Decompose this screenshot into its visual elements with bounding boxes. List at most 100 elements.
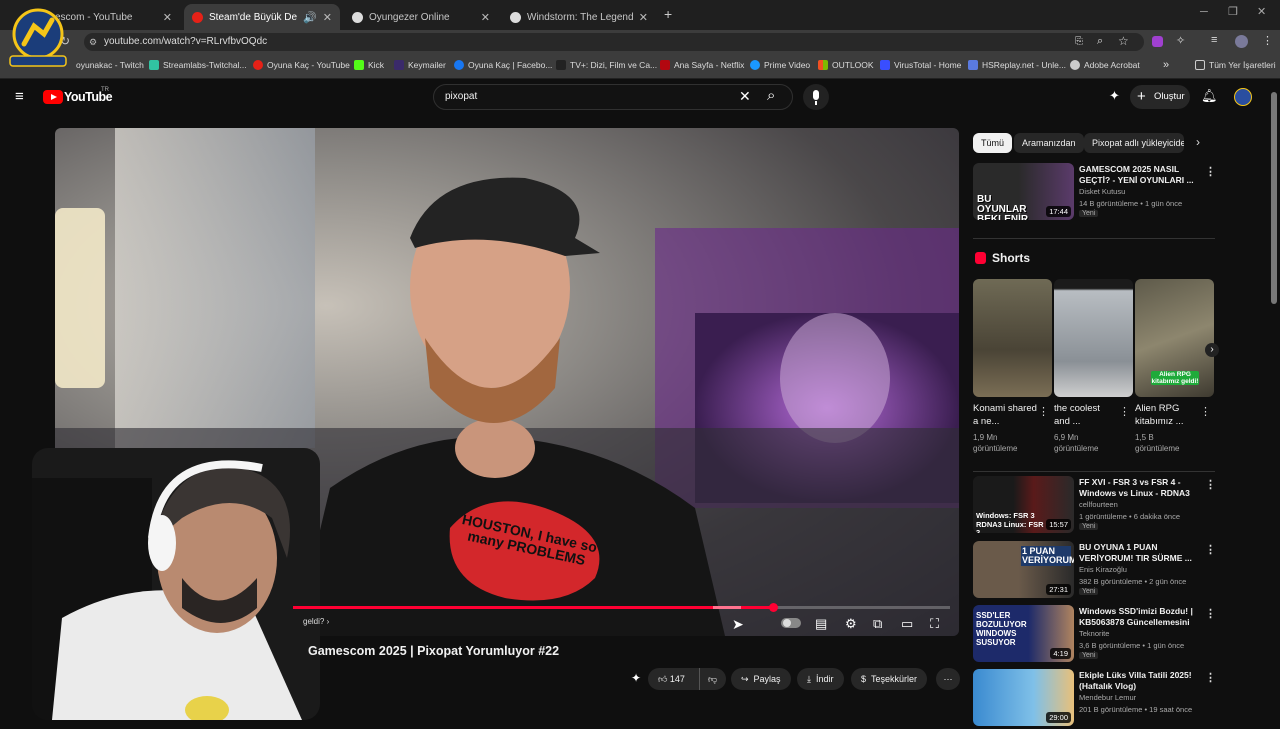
- short-thumbnail[interactable]: Alien RPG kitabımız geldi!: [1135, 279, 1214, 397]
- close-icon[interactable]: ✕: [323, 11, 332, 24]
- progress-track[interactable]: [293, 603, 950, 612]
- video-title[interactable]: GAMESCOM 2025 NASIL GEÇTİ? - YENİ OYUNLA…: [1079, 164, 1197, 186]
- kebab-menu-icon[interactable]: ⋮: [1205, 478, 1216, 491]
- speaker-icon[interactable]: 🔊: [303, 11, 317, 24]
- bookmark-item[interactable]: Prime Video: [750, 60, 810, 70]
- settings-gear-icon[interactable]: ⚙: [845, 616, 857, 632]
- kebab-menu-icon[interactable]: ⋮: [1119, 405, 1130, 418]
- chip-from-search[interactable]: Aramanızdan: [1014, 133, 1084, 153]
- more-actions-button[interactable]: ⋯: [936, 668, 960, 690]
- short-title[interactable]: Konami shared a ne...: [973, 402, 1037, 428]
- recommended-video[interactable]: 1 PUAN VERİYORUM 27:31 BU OYUNA 1 PUAN V…: [973, 541, 1217, 601]
- browser-tab-active[interactable]: Steam'de Büyük Değişiklik 🔊 ✕: [184, 4, 340, 30]
- channel-name[interactable]: Mendebur Lemur: [1079, 693, 1136, 702]
- short-title[interactable]: Alien RPG kitabımız ...: [1135, 402, 1199, 428]
- share-button[interactable]: ↪ Paylaş: [731, 668, 791, 690]
- theater-mode-icon[interactable]: ▭: [901, 616, 913, 632]
- fullscreen-icon[interactable]: ⛶: [930, 616, 939, 632]
- bookmark-item[interactable]: oyunakac - Twitch: [76, 60, 144, 70]
- create-button[interactable]: + Oluştur: [1130, 85, 1190, 109]
- bookmark-item[interactable]: Streamlabs-Twitchal...: [149, 60, 247, 70]
- extensions-puzzle-icon[interactable]: ✧: [1176, 34, 1185, 47]
- bookmark-item[interactable]: HSReplay.net - Unle...: [968, 60, 1066, 70]
- video-title[interactable]: FF XVI - FSR 3 vs FSR 4 - Windows vs Lin…: [1079, 477, 1197, 499]
- bookmark-item[interactable]: TV+: Dizi, Film ve Ca...: [556, 60, 657, 70]
- media-control-icon[interactable]: ≡: [1211, 34, 1217, 46]
- chip-all[interactable]: Tümü: [973, 133, 1013, 153]
- new-tab-icon[interactable]: +: [664, 6, 672, 22]
- video-title[interactable]: BU OYUNA 1 PUAN VERİYORUM! TIR SÜRME ...: [1079, 542, 1197, 564]
- channel-name[interactable]: cellfourteen: [1079, 500, 1118, 509]
- more-bookmarks-icon[interactable]: »: [1163, 59, 1169, 71]
- notifications-bell-icon[interactable]: 🔔︎: [1201, 88, 1218, 104]
- chip-from-uploader[interactable]: Pixopat adlı yükleyiciden: [1084, 133, 1184, 153]
- search-icon[interactable]: ⌕: [767, 87, 775, 104]
- all-bookmarks[interactable]: Tüm Yer İşaretleri: [1195, 60, 1276, 70]
- youtube-logo-icon[interactable]: [43, 90, 63, 104]
- shorts-next-icon[interactable]: ›: [1205, 343, 1219, 357]
- video-title[interactable]: Ekiple Lüks Villa Tatili 2025! (Haftalık…: [1079, 670, 1197, 692]
- short-thumbnail[interactable]: [973, 279, 1052, 397]
- hamburger-menu-icon[interactable]: ≡: [15, 88, 24, 105]
- voice-search-button[interactable]: [803, 84, 829, 110]
- progress-scrubber[interactable]: [768, 603, 778, 612]
- short-thumbnail[interactable]: [1054, 279, 1133, 397]
- clear-search-icon[interactable]: ✕: [739, 88, 751, 105]
- kebab-menu-icon[interactable]: ⋮: [1200, 405, 1211, 418]
- close-icon[interactable]: ✕: [639, 11, 648, 24]
- bookmark-item[interactable]: Adobe Acrobat: [1070, 60, 1140, 70]
- channel-badge-icon[interactable]: ✦: [631, 671, 641, 685]
- channel-name[interactable]: Teknorite: [1079, 629, 1109, 638]
- minimize-icon[interactable]: ─: [1200, 6, 1208, 18]
- browser-menu-icon[interactable]: ⋮: [1262, 34, 1273, 47]
- chapter-title[interactable]: geldi? ›: [303, 617, 329, 626]
- kebab-menu-icon[interactable]: ⋮: [1205, 543, 1216, 556]
- dislike-button[interactable]: 👎︎: [698, 668, 717, 690]
- like-button[interactable]: 👍︎ 147: [658, 668, 685, 690]
- video-thumbnail[interactable]: Windows: FSR 3 RDNA3 Linux: FSR 3 15:57: [973, 476, 1074, 533]
- bookmark-item[interactable]: Keymailer: [394, 60, 446, 70]
- recommended-video[interactable]: BU OYUNLAR BEKLENİR 17:44 GAMESCOM 2025 …: [973, 163, 1217, 223]
- miniplayer-icon[interactable]: ⧉: [873, 616, 882, 632]
- bookmark-item[interactable]: OUTLOOK: [818, 60, 874, 70]
- autoplay-toggle[interactable]: [781, 618, 801, 628]
- channel-name[interactable]: Enis Kirazoğlu: [1079, 565, 1127, 574]
- profile-avatar[interactable]: [1235, 35, 1248, 48]
- video-thumbnail[interactable]: 1 PUAN VERİYORUM 27:31: [973, 541, 1074, 598]
- chevron-right-icon[interactable]: ›: [1196, 135, 1200, 149]
- install-app-icon[interactable]: ⎘: [1075, 36, 1083, 47]
- video-thumbnail[interactable]: BU OYUNLAR BEKLENİR 17:44: [973, 163, 1074, 220]
- kebab-menu-icon[interactable]: ⋮: [1205, 165, 1216, 178]
- download-button[interactable]: ⤓ İndir: [797, 668, 844, 690]
- close-window-icon[interactable]: ✕: [1257, 5, 1266, 18]
- browser-tab[interactable]: Oyungezer Online ✕: [344, 4, 498, 30]
- thanks-button[interactable]: $ Teşekkürler: [851, 668, 928, 690]
- subtitles-icon[interactable]: ▤: [815, 616, 827, 632]
- browser-tab[interactable]: Windstorm: The Legend of Khi ✕: [502, 4, 656, 30]
- page-scrollbar[interactable]: [1271, 92, 1277, 304]
- cast-icon[interactable]: ✦: [1109, 88, 1120, 104]
- kebab-menu-icon[interactable]: ⋮: [1038, 405, 1049, 418]
- recommended-video[interactable]: 29:00 Ekiple Lüks Villa Tatili 2025! (Ha…: [973, 669, 1217, 729]
- close-icon[interactable]: ✕: [163, 11, 172, 24]
- channel-name[interactable]: Disket Kutusu: [1079, 187, 1125, 196]
- bookmark-item[interactable]: Oyuna Kaç | Facebo...: [454, 60, 552, 70]
- zoom-icon[interactable]: ⌕: [1097, 35, 1103, 48]
- account-avatar[interactable]: [1234, 88, 1252, 106]
- maximize-icon[interactable]: ❐: [1228, 5, 1238, 18]
- bookmark-item[interactable]: VirusTotal - Home: [880, 60, 961, 70]
- close-icon[interactable]: ✕: [481, 11, 490, 24]
- video-title[interactable]: Windows SSD'imizi Bozdu! | KB5063878 Gün…: [1079, 606, 1197, 628]
- bookmark-item[interactable]: Ana Sayfa - Netflix: [660, 60, 744, 70]
- video-thumbnail[interactable]: SSD'LER BOZULUYOR WINDOWS SUSUYOR 4:19: [973, 605, 1074, 662]
- site-info-icon[interactable]: ⚙: [89, 33, 97, 51]
- bookmark-star-icon[interactable]: ☆: [1118, 34, 1129, 48]
- address-bar[interactable]: ⚙ youtube.com/watch?v=RLrvfbvOQdc: [84, 33, 1144, 51]
- recommended-video[interactable]: Windows: FSR 3 RDNA3 Linux: FSR 3 15:57 …: [973, 476, 1217, 536]
- short-title[interactable]: the coolest and ...: [1054, 402, 1118, 428]
- bookmark-item[interactable]: Oyuna Kaç - YouTube: [253, 60, 350, 70]
- extension-icon[interactable]: [1152, 36, 1163, 47]
- bookmark-item[interactable]: Kick: [354, 60, 384, 70]
- kebab-menu-icon[interactable]: ⋮: [1205, 607, 1216, 620]
- video-thumbnail[interactable]: 29:00: [973, 669, 1074, 726]
